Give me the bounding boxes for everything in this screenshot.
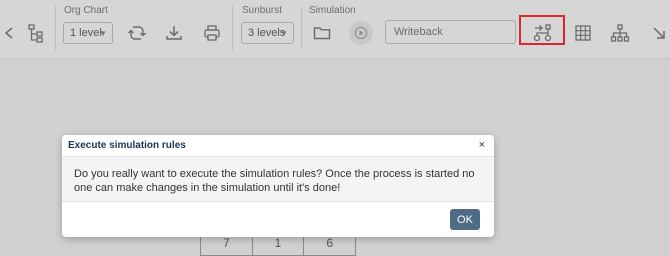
- hierarchy-icon[interactable]: [607, 20, 633, 46]
- writeback-value: Writeback: [394, 26, 443, 38]
- chevron-down-icon: ▼: [99, 29, 107, 38]
- sunburst-level-select[interactable]: 3 levels ▼: [241, 22, 294, 44]
- sunburst-label: Sunburst: [242, 5, 283, 16]
- table-cell: 1: [253, 236, 305, 255]
- folder-icon[interactable]: [309, 20, 335, 46]
- play-button[interactable]: [349, 21, 373, 45]
- table-cell: 7: [201, 236, 253, 255]
- execute-rules-dialog: Execute simulation rules × Do you really…: [62, 135, 494, 237]
- dialog-header: Execute simulation rules ×: [62, 135, 494, 157]
- toolbar-divider: [301, 6, 302, 50]
- arrow-down-right-icon[interactable]: [646, 20, 670, 46]
- download-icon[interactable]: [161, 20, 187, 46]
- table-cell: 6: [326, 236, 334, 250]
- execute-rules-icon[interactable]: [529, 20, 555, 46]
- play-icon: [354, 26, 368, 40]
- dialog-title: Execute simulation rules: [68, 140, 186, 151]
- toolbar-divider: [55, 6, 56, 50]
- org-chart-label: Org Chart: [64, 5, 108, 16]
- dialog-message: Do you really want to execute the simula…: [74, 168, 475, 194]
- close-icon[interactable]: ×: [479, 139, 485, 151]
- tree-structure-icon[interactable]: [23, 20, 49, 46]
- print-icon[interactable]: [199, 20, 225, 46]
- refresh-icon[interactable]: [124, 20, 150, 46]
- org-chart-level-select[interactable]: 1 level ▼: [63, 22, 113, 44]
- dialog-body: Do you really want to execute the simula…: [62, 157, 494, 202]
- ok-button[interactable]: OK: [450, 209, 480, 230]
- toolbar-divider: [232, 6, 233, 50]
- simulation-label: Simulation: [309, 5, 356, 16]
- toolbar: Org Chart 1 level ▼ Sunburst 3 levels ▼ …: [0, 0, 670, 59]
- chevron-down-icon: ▼: [280, 29, 288, 38]
- writeback-input[interactable]: Writeback: [385, 20, 516, 44]
- org-chart-level-value: 1 level: [70, 27, 102, 39]
- table-icon[interactable]: [570, 20, 596, 46]
- background-table-row: 7 1 6: [200, 236, 356, 256]
